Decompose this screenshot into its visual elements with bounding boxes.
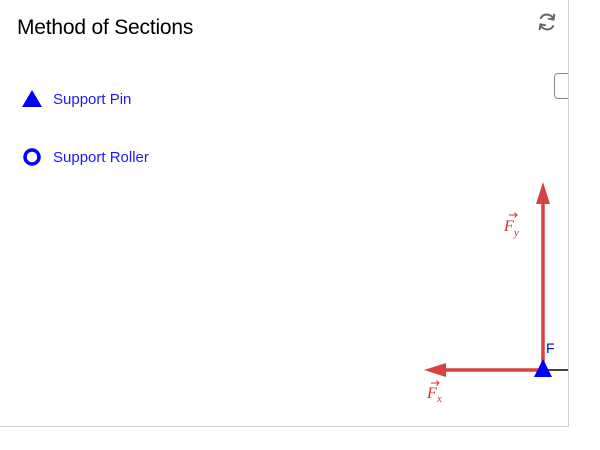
force-x-subscript: x: [436, 393, 442, 405]
force-y-symbol: F: [503, 218, 514, 235]
force-x-symbol: F: [426, 385, 437, 402]
support-pin-marker[interactable]: [534, 359, 552, 377]
diagram-canvas: F y F x F: [424, 182, 568, 405]
point-f-label: F: [546, 340, 555, 356]
force-y-label: F y: [503, 212, 519, 239]
force-x-arrow[interactable]: [424, 363, 543, 377]
force-x-label: F x: [426, 380, 442, 405]
applet-frame: Method of Sections Support Pin Support R…: [0, 0, 569, 427]
force-y-subscript: y: [513, 227, 519, 239]
